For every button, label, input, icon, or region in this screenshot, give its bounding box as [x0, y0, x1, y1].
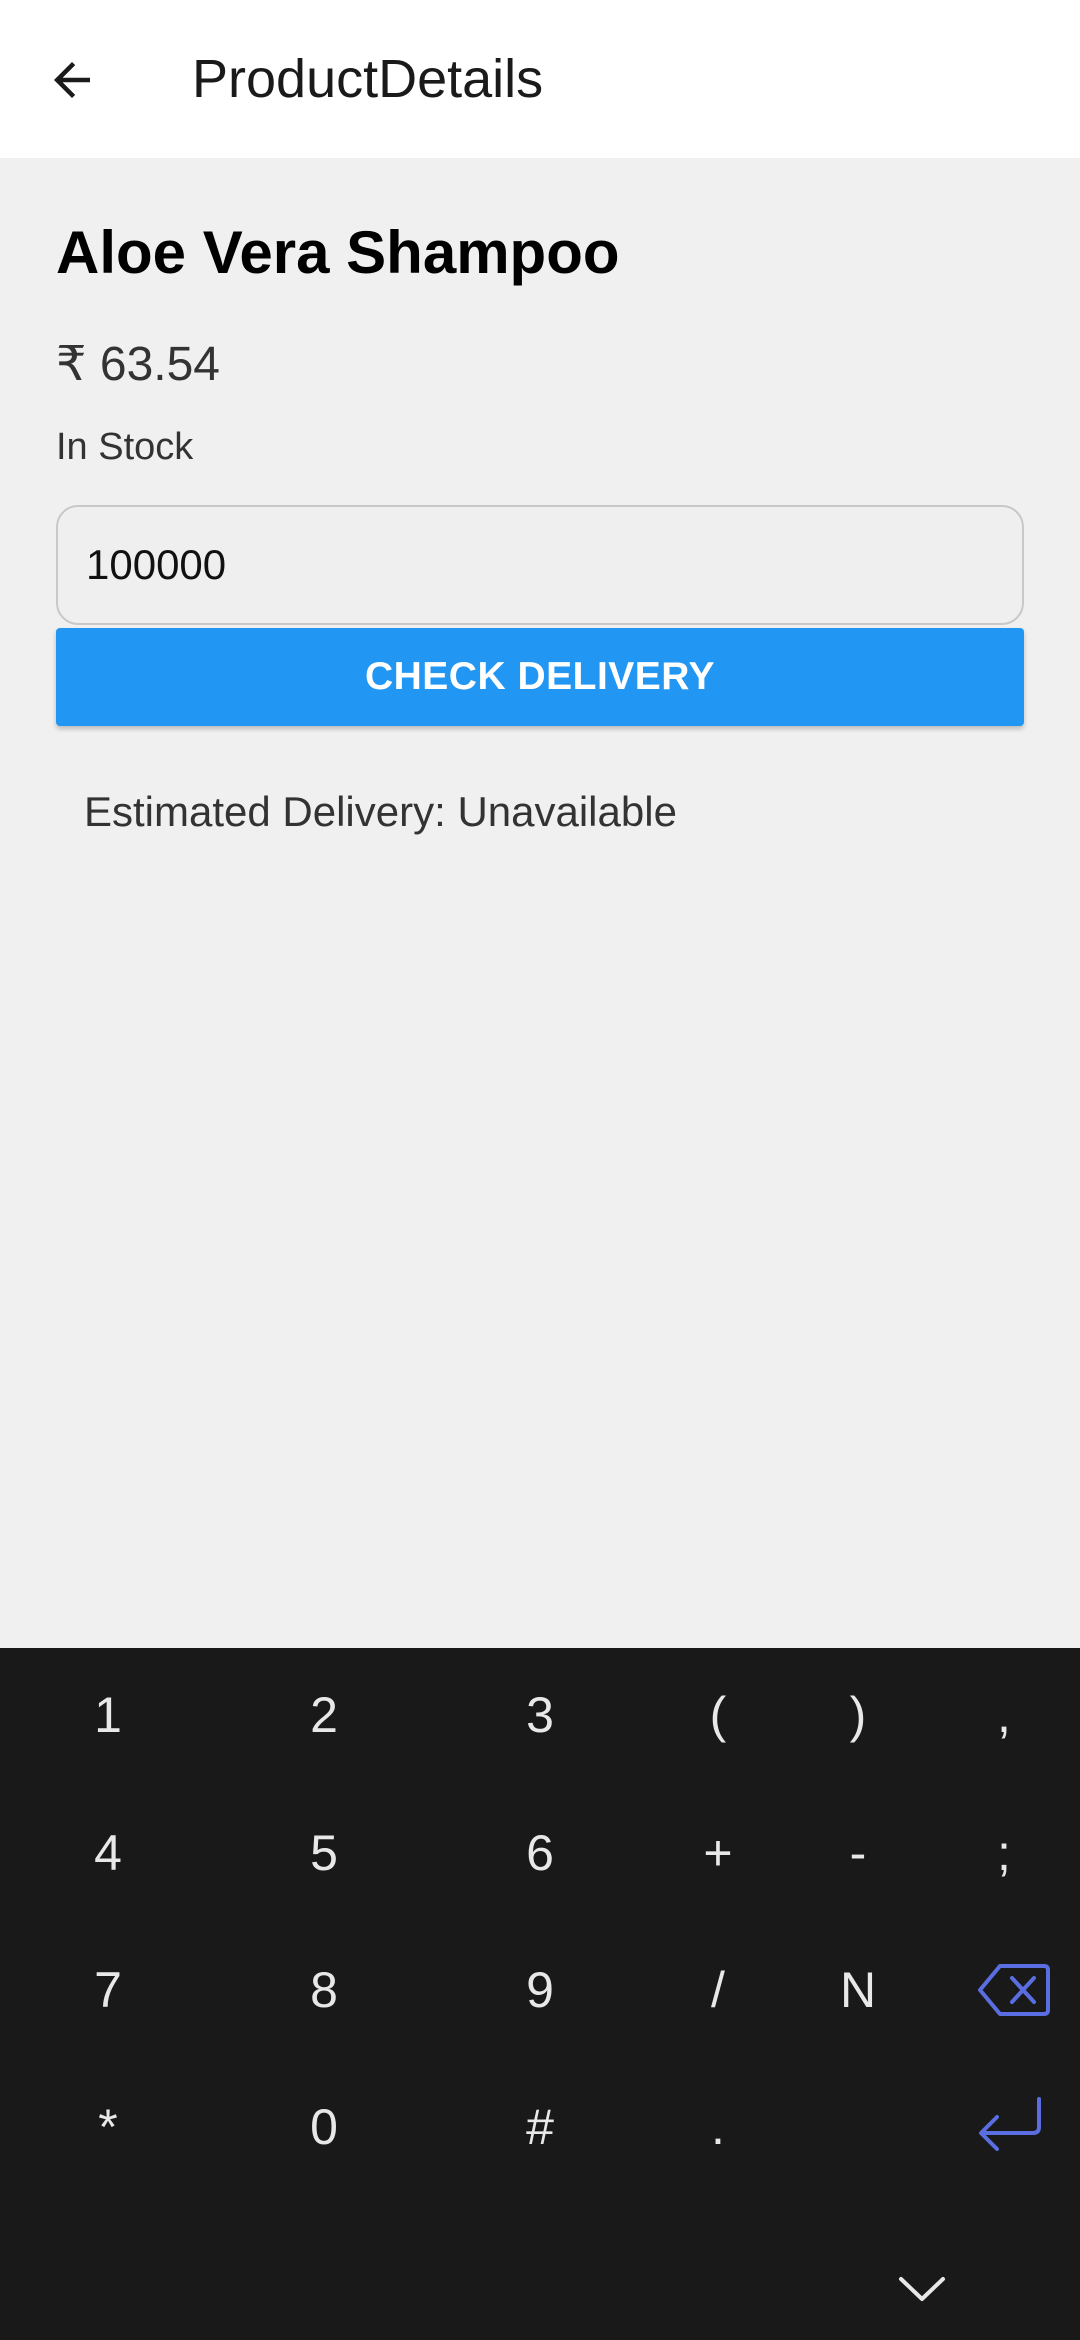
- key-8[interactable]: 8: [264, 1935, 384, 2045]
- key-5[interactable]: 5: [264, 1798, 384, 1908]
- key-comma[interactable]: ,: [944, 1660, 1064, 1770]
- product-details-content: Aloe Vera Shampoo ₹ 63.54 In Stock CHECK…: [0, 158, 1080, 1648]
- key-semicolon[interactable]: ;: [944, 1798, 1064, 1908]
- backspace-icon: [978, 1964, 1050, 2016]
- key-0[interactable]: 0: [264, 2072, 384, 2182]
- key-1[interactable]: 1: [48, 1660, 168, 1770]
- key-hash[interactable]: #: [480, 2072, 600, 2182]
- key-4[interactable]: 4: [48, 1798, 168, 1908]
- check-delivery-button[interactable]: CHECK DELIVERY: [56, 628, 1024, 726]
- stock-status: In Stock: [56, 426, 194, 468]
- key-2[interactable]: 2: [264, 1660, 384, 1770]
- backspace-key[interactable]: [954, 1940, 1074, 2040]
- product-name: Aloe Vera Shampoo: [56, 219, 620, 286]
- key-minus[interactable]: -: [798, 1798, 918, 1908]
- key-slash[interactable]: /: [658, 1935, 778, 2045]
- back-button[interactable]: [36, 44, 108, 116]
- estimated-delivery-text: Estimated Delivery: Unavailable: [84, 788, 677, 835]
- enter-icon: [979, 2097, 1041, 2151]
- key-open-paren[interactable]: (: [658, 1660, 778, 1770]
- enter-key[interactable]: [950, 2070, 1070, 2180]
- key-asterisk[interactable]: *: [48, 2072, 168, 2182]
- key-7[interactable]: 7: [48, 1935, 168, 2045]
- product-price: ₹ 63.54: [56, 338, 220, 391]
- collapse-keyboard-button[interactable]: [880, 2258, 964, 2318]
- key-6[interactable]: 6: [480, 1798, 600, 1908]
- key-9[interactable]: 9: [480, 1935, 600, 2045]
- key-close-paren[interactable]: ): [798, 1660, 918, 1770]
- app-bar: ProductDetails: [0, 0, 1080, 158]
- pincode-input[interactable]: [56, 505, 1024, 625]
- chevron-down-icon: [899, 2277, 945, 2301]
- key-n[interactable]: N: [798, 1935, 918, 2045]
- key-plus[interactable]: +: [658, 1798, 778, 1908]
- page-title: ProductDetails: [192, 49, 544, 109]
- key-3[interactable]: 3: [480, 1660, 600, 1770]
- arrow-left-icon: [54, 62, 90, 98]
- numeric-keyboard: 1 2 3 ( ) , 4 5 6 + - ; 7 8 9 / N * 0 # …: [0, 1648, 1080, 2340]
- key-period[interactable]: .: [658, 2072, 778, 2182]
